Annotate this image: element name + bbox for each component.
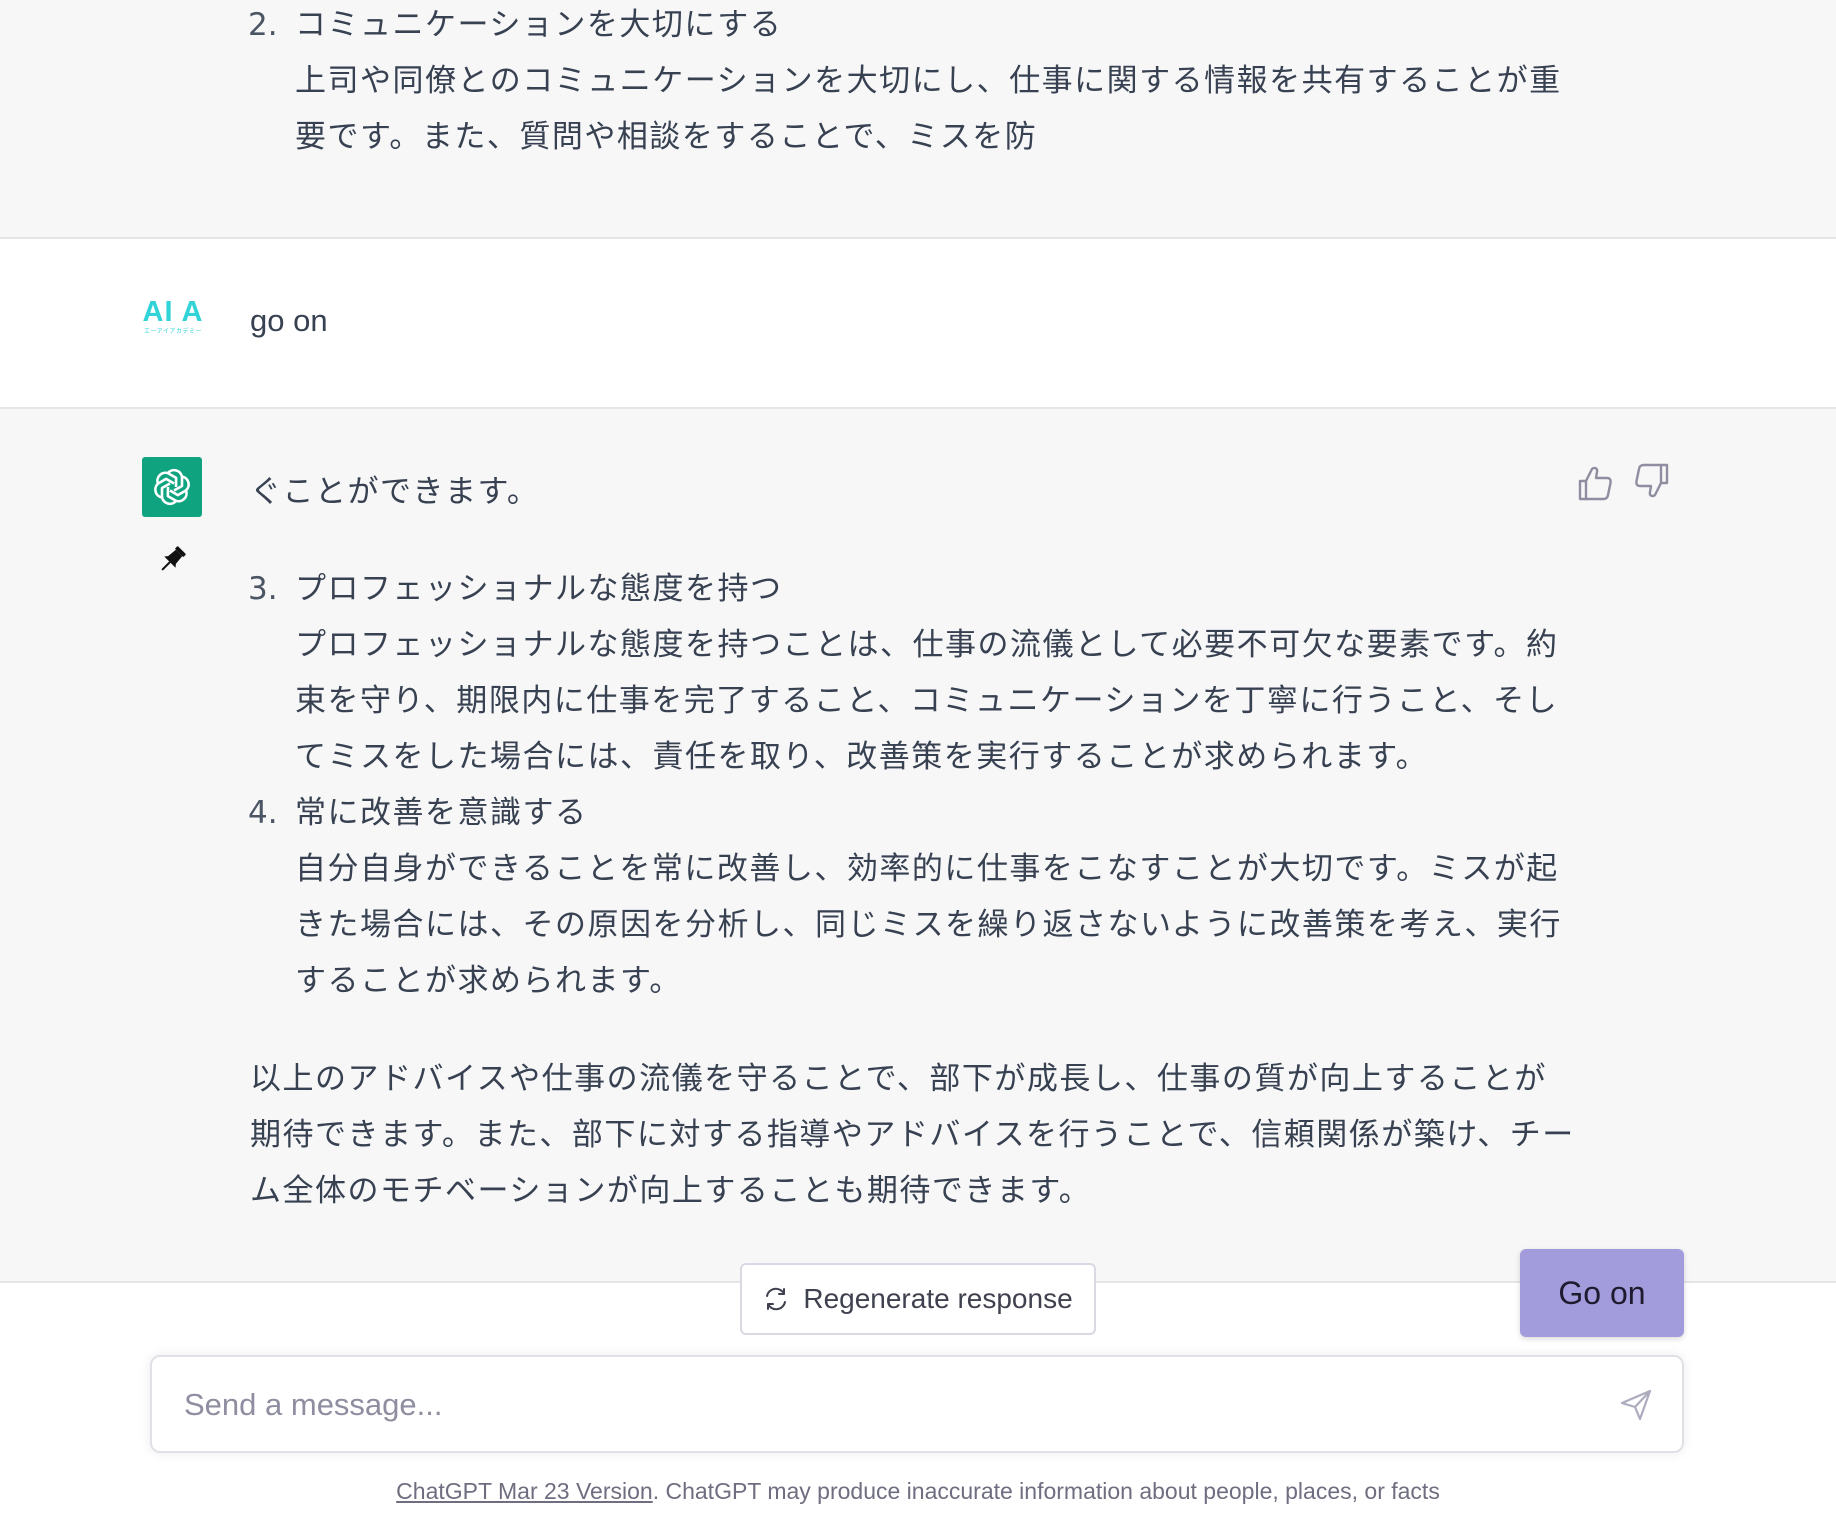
- list-item-line: 上司や同僚とのコミュニケーションを大切にし、仕事に関する情報を共有することが重: [295, 63, 1562, 99]
- assistant-intro-text: ぐことができます。: [250, 474, 540, 510]
- list-item-line: てミスをした場合には、責任を取り、改善策を実行することが求められます。: [295, 739, 1429, 775]
- user-avatar: AI A エーアイアカデミー: [142, 296, 204, 340]
- list-item-title: 常に改善を意識する: [295, 795, 588, 831]
- user-avatar-logo-text: AI A: [142, 296, 204, 328]
- regenerate-response-button[interactable]: Regenerate response: [740, 1263, 1096, 1335]
- closing-paragraph-line: 期待できます。また、部下に対する指導やアドバイスを行うことで、信頼関係が築け、チ…: [250, 1117, 1575, 1153]
- list-item-line: することが求められます。: [295, 963, 682, 999]
- list-item-line: 自分自身ができることを常に改善し、効率的に仕事をこなすことが大切です。ミスが起: [295, 851, 1559, 887]
- user-message-text: go on: [250, 303, 328, 338]
- user-avatar-logo-subtext: エーアイアカデミー: [144, 328, 202, 335]
- message-box: [150, 1355, 1684, 1453]
- list-number: 3.: [248, 571, 278, 607]
- chat-page: 2. コミュニケーションを大切にする 上司や同僚とのコミュニケーションを大切にし…: [0, 0, 1836, 1536]
- message-input[interactable]: [182, 1379, 1586, 1431]
- thumbs-up-icon[interactable]: [1575, 461, 1615, 505]
- go-on-button[interactable]: Go on: [1520, 1249, 1684, 1337]
- user-message: AI A エーアイアカデミー go on: [0, 239, 1836, 409]
- list-item-line: プロフェッショナルな態度を持つことは、仕事の流儀として必要不可欠な要素です。約: [295, 627, 1559, 663]
- previous-assistant-message: 2. コミュニケーションを大切にする 上司や同僚とのコミュニケーションを大切にし…: [0, 0, 1836, 239]
- assistant-message: ぐことができます。 3. プロフェッショナルな態度を持つ プロフェッショナルな態…: [0, 409, 1836, 1283]
- list-number: 4.: [248, 795, 278, 831]
- list-item-line: 要です。また、質問や相談をすることで、ミスを防: [295, 119, 1038, 155]
- list-item-line: 束を守り、期限内に仕事を完了すること、コミュニケーションを丁寧に行うこと、そし: [295, 683, 1559, 719]
- thumbs-down-icon[interactable]: [1632, 459, 1672, 503]
- openai-logo-icon: [142, 457, 202, 517]
- version-link[interactable]: ChatGPT Mar 23 Version: [396, 1478, 653, 1504]
- list-number: 2.: [248, 7, 278, 43]
- footer-disclaimer: ChatGPT Mar 23 Version. ChatGPT may prod…: [0, 1478, 1836, 1505]
- refresh-icon: [766, 1287, 787, 1311]
- closing-paragraph-line: ム全体のモチベーションが向上することも期待できます。: [250, 1173, 1092, 1209]
- footer-text: . ChatGPT may produce inaccurate informa…: [652, 1478, 1440, 1504]
- regenerate-response-label: Regenerate response: [803, 1283, 1073, 1314]
- closing-paragraph-line: 以上のアドバイスや仕事の流儀を守ることで、部下が成長し、仕事の質が向上することが: [250, 1061, 1547, 1097]
- send-icon[interactable]: [1618, 1387, 1654, 1423]
- list-item-title: コミュニケーションを大切にする: [295, 7, 783, 43]
- list-item-line: きた場合には、その原因を分析し、同じミスを繰り返さないように改善策を考え、実行: [295, 907, 1562, 943]
- pin-icon[interactable]: [154, 542, 190, 578]
- list-item-title: プロフェッショナルな態度を持つ: [295, 571, 783, 607]
